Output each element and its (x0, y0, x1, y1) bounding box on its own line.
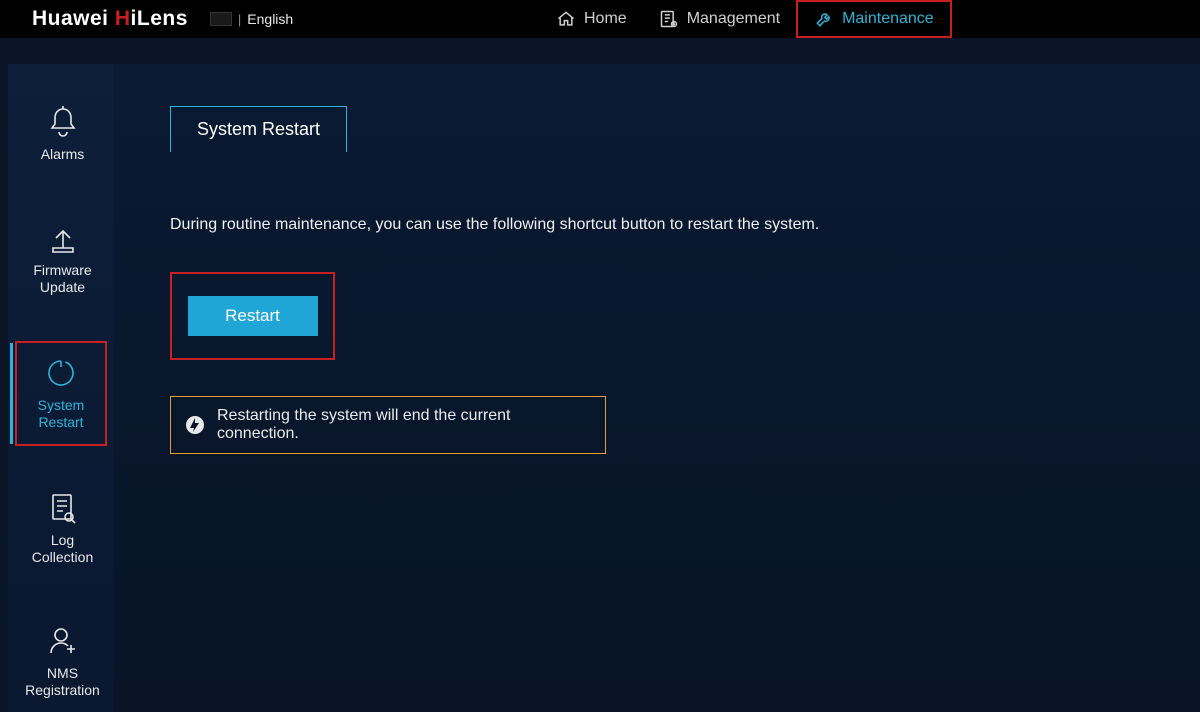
description-text: During routine maintenance, you can use … (170, 216, 1144, 234)
sidebar-item-system-restart[interactable]: System Restart (15, 341, 107, 446)
brand-prefix: Huawei (32, 7, 115, 30)
sidebar: Alarms Firmware Update System Restart Lo… (8, 64, 114, 712)
sidebar-log-label: Log Collection (22, 532, 103, 567)
warning-icon (185, 415, 205, 435)
sidebar-item-firmware-update[interactable]: Firmware Update (15, 208, 107, 309)
top-nav: Home Management Maintenance (540, 0, 952, 38)
power-icon (43, 355, 79, 391)
warning-text: Restarting the system will end the curre… (217, 407, 591, 443)
restart-button[interactable]: Restart (188, 296, 318, 336)
language-label: English (247, 11, 293, 27)
restart-highlight-box: Restart (170, 272, 335, 360)
upload-icon (45, 220, 81, 256)
home-icon (556, 9, 576, 29)
nav-management-label: Management (687, 10, 780, 28)
sidebar-item-alarms[interactable]: Alarms (15, 92, 107, 176)
nav-management[interactable]: Management (643, 0, 796, 38)
nav-home-label: Home (584, 10, 627, 28)
sidebar-firmware-label: Firmware Update (33, 262, 91, 297)
sidebar-item-nms-registration[interactable]: NMS Registration (15, 611, 107, 712)
brand-logo: Huawei HiLens (12, 7, 188, 31)
restart-button-label: Restart (225, 306, 280, 326)
flag-icon (210, 12, 232, 26)
log-icon (45, 490, 81, 526)
sidebar-nms-label: NMS Registration (25, 665, 100, 700)
tab-system-restart[interactable]: System Restart (170, 106, 347, 152)
nav-home[interactable]: Home (540, 0, 643, 38)
warning-box: Restarting the system will end the curre… (170, 396, 606, 454)
separator: | (238, 12, 241, 27)
nav-maintenance[interactable]: Maintenance (796, 0, 952, 38)
brand-suffix: iLens (131, 7, 188, 30)
sidebar-alarms-label: Alarms (41, 146, 85, 164)
bell-icon (45, 104, 81, 140)
maintenance-icon (814, 9, 834, 29)
sidebar-item-log-collection[interactable]: Log Collection (15, 478, 107, 579)
top-header: Huawei HiLens | English Home Management … (0, 0, 1200, 38)
management-icon (659, 9, 679, 29)
tab-label: System Restart (197, 119, 320, 139)
sidebar-restart-label: System Restart (38, 397, 85, 432)
page-body: Alarms Firmware Update System Restart Lo… (8, 64, 1200, 712)
nav-maintenance-label: Maintenance (842, 10, 934, 28)
language-selector[interactable]: | English (210, 11, 293, 27)
brand-h: H (115, 7, 131, 30)
user-plus-icon (45, 623, 81, 659)
main-content: System Restart During routine maintenanc… (114, 64, 1200, 712)
